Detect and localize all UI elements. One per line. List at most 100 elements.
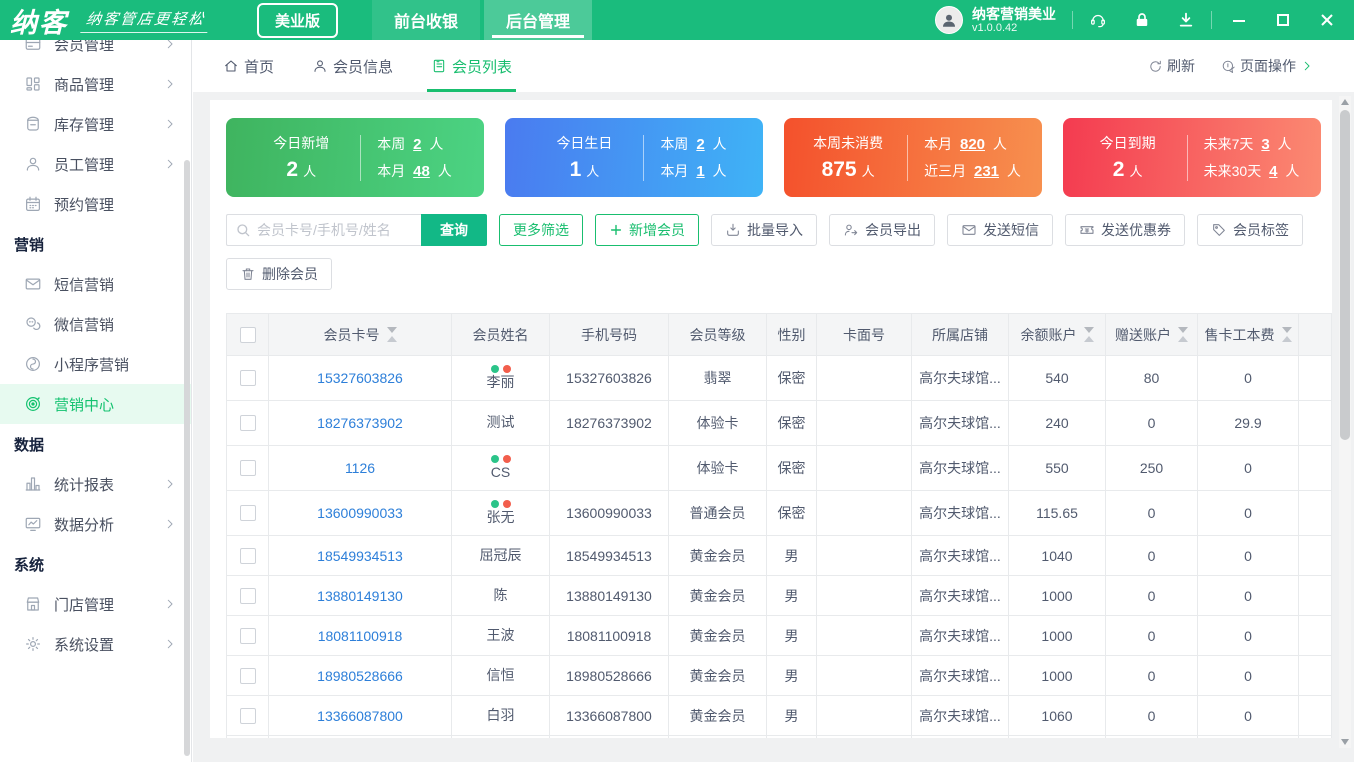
- select-all-checkbox[interactable]: [239, 326, 256, 343]
- member-card-no-link[interactable]: 13366087800: [317, 708, 403, 724]
- stat-detail-row[interactable]: 未来30天 4 人: [1204, 161, 1300, 181]
- tab-list[interactable]: 会员列表: [427, 40, 517, 92]
- refresh-action[interactable]: 刷新: [1148, 56, 1195, 76]
- filter-button[interactable]: 更多筛选: [499, 214, 583, 246]
- topnav-tab-1[interactable]: 后台管理: [484, 0, 593, 40]
- cell-card-no: 13366087800: [269, 696, 452, 736]
- sort-asc-icon[interactable]: [386, 336, 397, 342]
- table-row: 18276373902 测试 18276373902 体验卡 保密 高尔夫球馆... 240…: [227, 401, 1331, 446]
- header-cell: 会员卡号: [269, 314, 452, 356]
- member-card-no-link[interactable]: 15327603826: [317, 370, 403, 386]
- minimize-icon[interactable]: [1232, 13, 1246, 27]
- member-card-no-link[interactable]: 13600990033: [317, 505, 403, 521]
- export-user-button[interactable]: 会员导出: [829, 214, 935, 246]
- member-card-no-link[interactable]: 1126: [345, 460, 375, 476]
- stat-card-1[interactable]: 今日生日 1 人 本周 2 人本月 1 人: [505, 118, 763, 197]
- sidebar-item-report[interactable]: 统计报表: [0, 464, 191, 504]
- row-checkbox[interactable]: [239, 627, 256, 644]
- sidebar-item-members[interactable]: 会员管理: [0, 40, 191, 64]
- stat-card-0[interactable]: 今日新增 2 人 本周 2 人本月 48 人: [226, 118, 484, 197]
- sidebar-item-label: 系统设置: [54, 636, 115, 654]
- search-input[interactable]: [226, 214, 421, 246]
- maximize-icon[interactable]: [1276, 13, 1290, 27]
- stat-detail-row[interactable]: 近三月 231 人: [924, 161, 1021, 181]
- sidebar-item-staff[interactable]: 员工管理: [0, 144, 191, 184]
- download-icon[interactable]: [1177, 11, 1195, 29]
- cell-empty: [669, 736, 767, 738]
- mail-button[interactable]: 发送短信: [947, 214, 1053, 246]
- sidebar-item-monitor[interactable]: 数据分析: [0, 504, 191, 544]
- tag-button[interactable]: 会员标签: [1197, 214, 1303, 246]
- coupon-button[interactable]: 发送优惠券: [1065, 214, 1185, 246]
- row-checkbox[interactable]: [239, 547, 256, 564]
- avatar[interactable]: [935, 6, 963, 34]
- import-button[interactable]: 批量导入: [711, 214, 817, 246]
- stat-detail-row[interactable]: 本月 48 人: [377, 161, 451, 181]
- stat-detail-row[interactable]: 本月 820 人: [924, 134, 1021, 154]
- main-scrollbar[interactable]: [1339, 96, 1351, 748]
- member-card-no-link[interactable]: 18276373902: [317, 415, 403, 431]
- row-checkbox[interactable]: [239, 505, 256, 521]
- sort-desc-icon[interactable]: [1281, 327, 1292, 333]
- gear-icon: [24, 635, 42, 653]
- row-checkbox[interactable]: [239, 667, 256, 684]
- app-slogan: 纳客管店更轻松: [80, 7, 211, 33]
- member-card-no-link[interactable]: 13880149130: [317, 588, 403, 604]
- row-checkbox[interactable]: [239, 370, 256, 386]
- trash-button[interactable]: 删除会员: [226, 258, 332, 290]
- row-checkbox[interactable]: [239, 707, 256, 724]
- sidebar-item-goods[interactable]: 商品管理: [0, 64, 191, 104]
- stat-detail-row[interactable]: 本月 1 人: [660, 161, 726, 181]
- cell-name: 屈冠辰: [452, 536, 550, 576]
- sort-asc-icon[interactable]: [1281, 336, 1292, 342]
- tab-user[interactable]: 会员信息: [312, 40, 393, 92]
- sort-desc-icon[interactable]: [1178, 327, 1188, 333]
- query-button[interactable]: 查询: [421, 214, 487, 246]
- sort-asc-icon[interactable]: [1178, 336, 1188, 342]
- cell-card-face: [817, 536, 912, 576]
- row-checkbox[interactable]: [239, 415, 256, 431]
- sidebar-item-store[interactable]: 门店管理: [0, 584, 191, 624]
- member-card-no-link[interactable]: 18081100918: [318, 628, 403, 644]
- lock-icon[interactable]: [1133, 11, 1151, 29]
- sidebar-item-gear[interactable]: 系统设置: [0, 624, 191, 664]
- sidebar-item-sms[interactable]: 短信营销: [0, 264, 191, 304]
- row-checkbox[interactable]: [239, 587, 256, 604]
- sidebar-item-target[interactable]: 营销中心: [0, 384, 191, 424]
- scroll-up-icon[interactable]: [1341, 99, 1349, 105]
- sort-asc-icon[interactable]: [1083, 336, 1094, 342]
- sidebar-scrollbar[interactable]: [184, 160, 190, 756]
- sidebar-item-miniapp[interactable]: 小程序营销: [0, 344, 191, 384]
- edition-badge[interactable]: 美业版: [257, 2, 339, 38]
- sidebar-item-wechat[interactable]: 微信营销: [0, 304, 191, 344]
- scrollbar-thumb[interactable]: [1340, 110, 1350, 440]
- member-card-no-link[interactable]: 18549934513: [317, 548, 403, 564]
- member-list-panel: 今日新增 2 人 本周 2 人本月 48 人 今日生日 1 人 本周 2 人本月 1 人 本周未…: [210, 100, 1332, 738]
- sort-desc-icon[interactable]: [1083, 327, 1094, 333]
- scroll-down-icon[interactable]: [1341, 739, 1349, 745]
- column-label: 所属店铺: [932, 326, 988, 343]
- user-block[interactable]: 纳客营销美业 v1.0.0.42: [935, 0, 1056, 40]
- sidebar-item-appointment[interactable]: 预约管理: [0, 184, 191, 224]
- column-label: 会员等级: [689, 326, 746, 343]
- customer-service-icon[interactable]: [1089, 11, 1107, 29]
- member-card-no-link[interactable]: 18980528666: [317, 668, 403, 684]
- row-checkbox[interactable]: [239, 460, 256, 476]
- plus-button[interactable]: 新增会员: [595, 214, 699, 246]
- stat-detail-row[interactable]: 本周 2 人: [377, 134, 451, 154]
- sort-desc-icon[interactable]: [386, 327, 397, 333]
- stat-detail-row[interactable]: 本周 2 人: [660, 134, 726, 154]
- sidebar-item-inventory[interactable]: 库存管理: [0, 104, 191, 144]
- tab-home[interactable]: 首页: [223, 40, 274, 92]
- close-icon[interactable]: [1320, 13, 1334, 27]
- topnav-tab-0[interactable]: 前台收银: [372, 0, 481, 40]
- stat-detail-row[interactable]: 未来7天 3 人: [1204, 134, 1300, 154]
- green-dot-icon: [490, 454, 499, 463]
- cell-extra: [1299, 446, 1331, 491]
- page-ops-action[interactable]: 页面操作: [1221, 56, 1314, 76]
- stat-card-3[interactable]: 今日到期 2 人 未来7天 3 人未来30天 4 人: [1063, 118, 1321, 197]
- cell-checkbox: [227, 616, 269, 656]
- stat-card-2[interactable]: 本周未消费 875 人 本月 820 人近三月 231 人: [784, 118, 1042, 197]
- cell-store: 高尔夫球馆...: [912, 616, 1009, 656]
- member-name-text: 白羽: [486, 706, 515, 723]
